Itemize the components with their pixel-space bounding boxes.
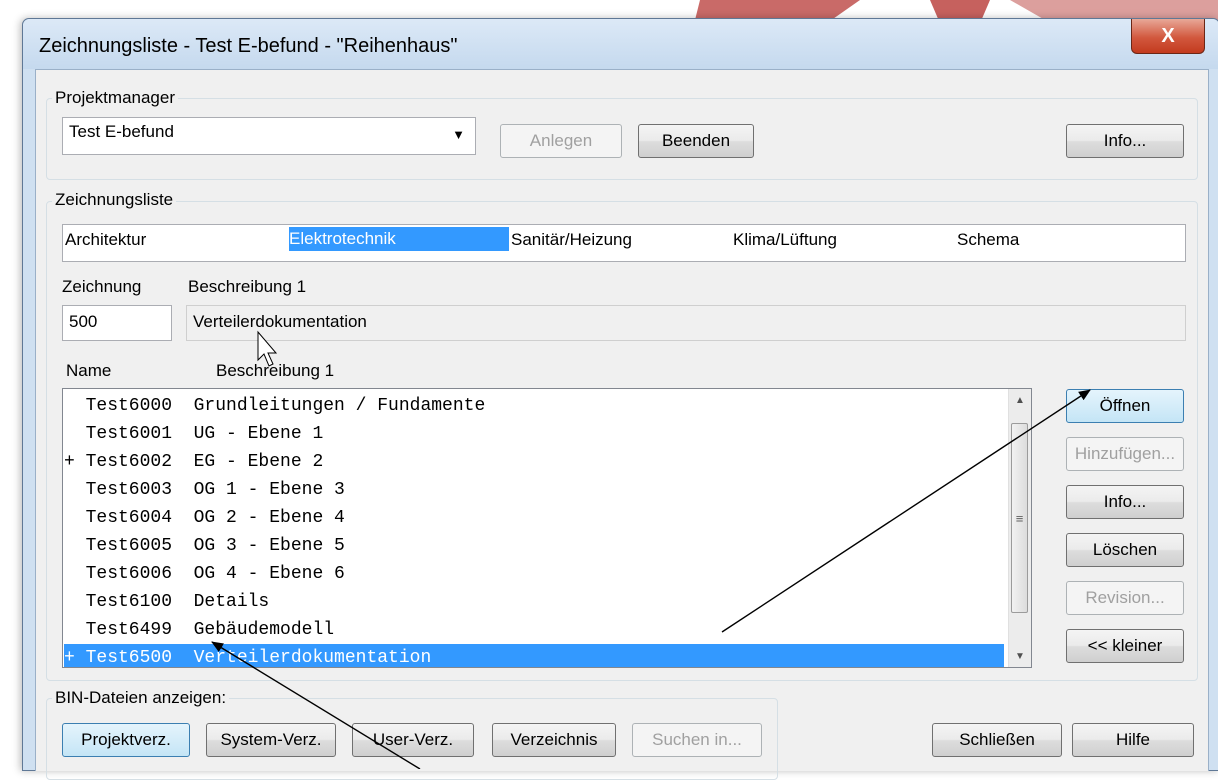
list-item[interactable]: Test6003 OG 1 - Ebene 3 [64,476,1004,504]
projektmanager-label: Projektmanager [52,88,179,108]
hinzufuegen-button[interactable]: Hinzufügen... [1066,437,1184,471]
list-item[interactable]: + Test6002 EG - Ebene 2 [64,448,1004,476]
list-item[interactable]: Test6005 OG 3 - Ebene 5 [64,532,1004,560]
zeichnung-field[interactable]: 500 [62,305,172,341]
zeichnung-info-button[interactable]: Info... [1066,485,1184,519]
zeichnung-list[interactable]: Test6000 Grundleitungen / Fundamente Tes… [62,388,1032,668]
oeffnen-button[interactable]: Öffnen [1066,389,1184,423]
kleiner-button[interactable]: << kleiner [1066,629,1184,663]
tab-klima-lueftung[interactable]: Klima/Lüftung [733,230,837,250]
list-item[interactable]: Test6001 UG - Ebene 1 [64,420,1004,448]
title-bar[interactable]: Zeichnungsliste - Test E-befund - "Reihe… [23,19,1218,69]
list-item[interactable]: Test6100 Details [64,588,1004,616]
system-verz-button[interactable]: System-Verz. [206,723,336,757]
list-scrollbar[interactable]: ▲ ≡ ▼ [1008,389,1031,667]
tab-schema[interactable]: Schema [957,230,1019,250]
bin-label: BIN-Dateien anzeigen: [52,688,230,708]
beschreibung-label: Beschreibung 1 [188,277,307,296]
project-select[interactable]: Test E-befund ▼ [62,117,476,155]
projekt-info-button[interactable]: Info... [1066,124,1184,158]
tab-elektrotechnik[interactable]: Elektrotechnik [289,227,509,251]
list-header-beschreibung: Beschreibung 1 [216,361,335,380]
tab-architektur[interactable]: Architektur [65,230,146,250]
scroll-up-icon[interactable]: ▲ [1009,389,1031,411]
scroll-thumb[interactable]: ≡ [1011,423,1028,613]
zeichnungsliste-label: Zeichnungsliste [52,190,177,210]
window-title: Zeichnungsliste - Test E-befund - "Reihe… [39,35,458,57]
beschreibung-field: Verteilerdokumentation [186,305,1186,341]
list-header-name: Name [66,361,112,380]
close-icon: X [1161,24,1175,47]
loeschen-button[interactable]: Löschen [1066,533,1184,567]
schliessen-button[interactable]: Schließen [932,723,1062,757]
close-button[interactable]: X [1131,19,1205,54]
user-verz-button[interactable]: User-Verz. [352,723,474,757]
list-item[interactable]: Test6000 Grundleitungen / Fundamente [64,392,1004,420]
discipline-tabs: Architektur Elektrotechnik Sanitär/Heizu… [62,224,1186,262]
scroll-grip-icon: ≡ [1015,510,1024,526]
revision-button[interactable]: Revision... [1066,581,1184,615]
tab-sanitaer-heizung[interactable]: Sanitär/Heizung [511,230,632,250]
list-item[interactable]: Test6006 OG 4 - Ebene 6 [64,560,1004,588]
list-item-selected[interactable]: + Test6500 Verteilerdokumentation [64,644,1004,667]
zeichnung-label: Zeichnung [62,277,142,296]
list-item[interactable]: Test6499 Gebäudemodell [64,616,1004,644]
chevron-down-icon[interactable]: ▼ [452,127,465,142]
dialog-window: Zeichnungsliste - Test E-befund - "Reihe… [22,18,1218,780]
list-item[interactable]: Test6004 OG 2 - Ebene 4 [64,504,1004,532]
scroll-down-icon[interactable]: ▼ [1009,645,1031,667]
anlegen-button[interactable]: Anlegen [500,124,622,158]
suchen-in-button[interactable]: Suchen in... [632,723,762,757]
verzeichnis-button[interactable]: Verzeichnis [492,723,616,757]
project-select-value: Test E-befund [69,122,174,141]
projektverz-button[interactable]: Projektverz. [62,723,190,757]
dialog-client: Projektmanager Test E-befund ▼ Anlegen B… [35,69,1209,780]
hilfe-button[interactable]: Hilfe [1072,723,1194,757]
beenden-button[interactable]: Beenden [638,124,754,158]
